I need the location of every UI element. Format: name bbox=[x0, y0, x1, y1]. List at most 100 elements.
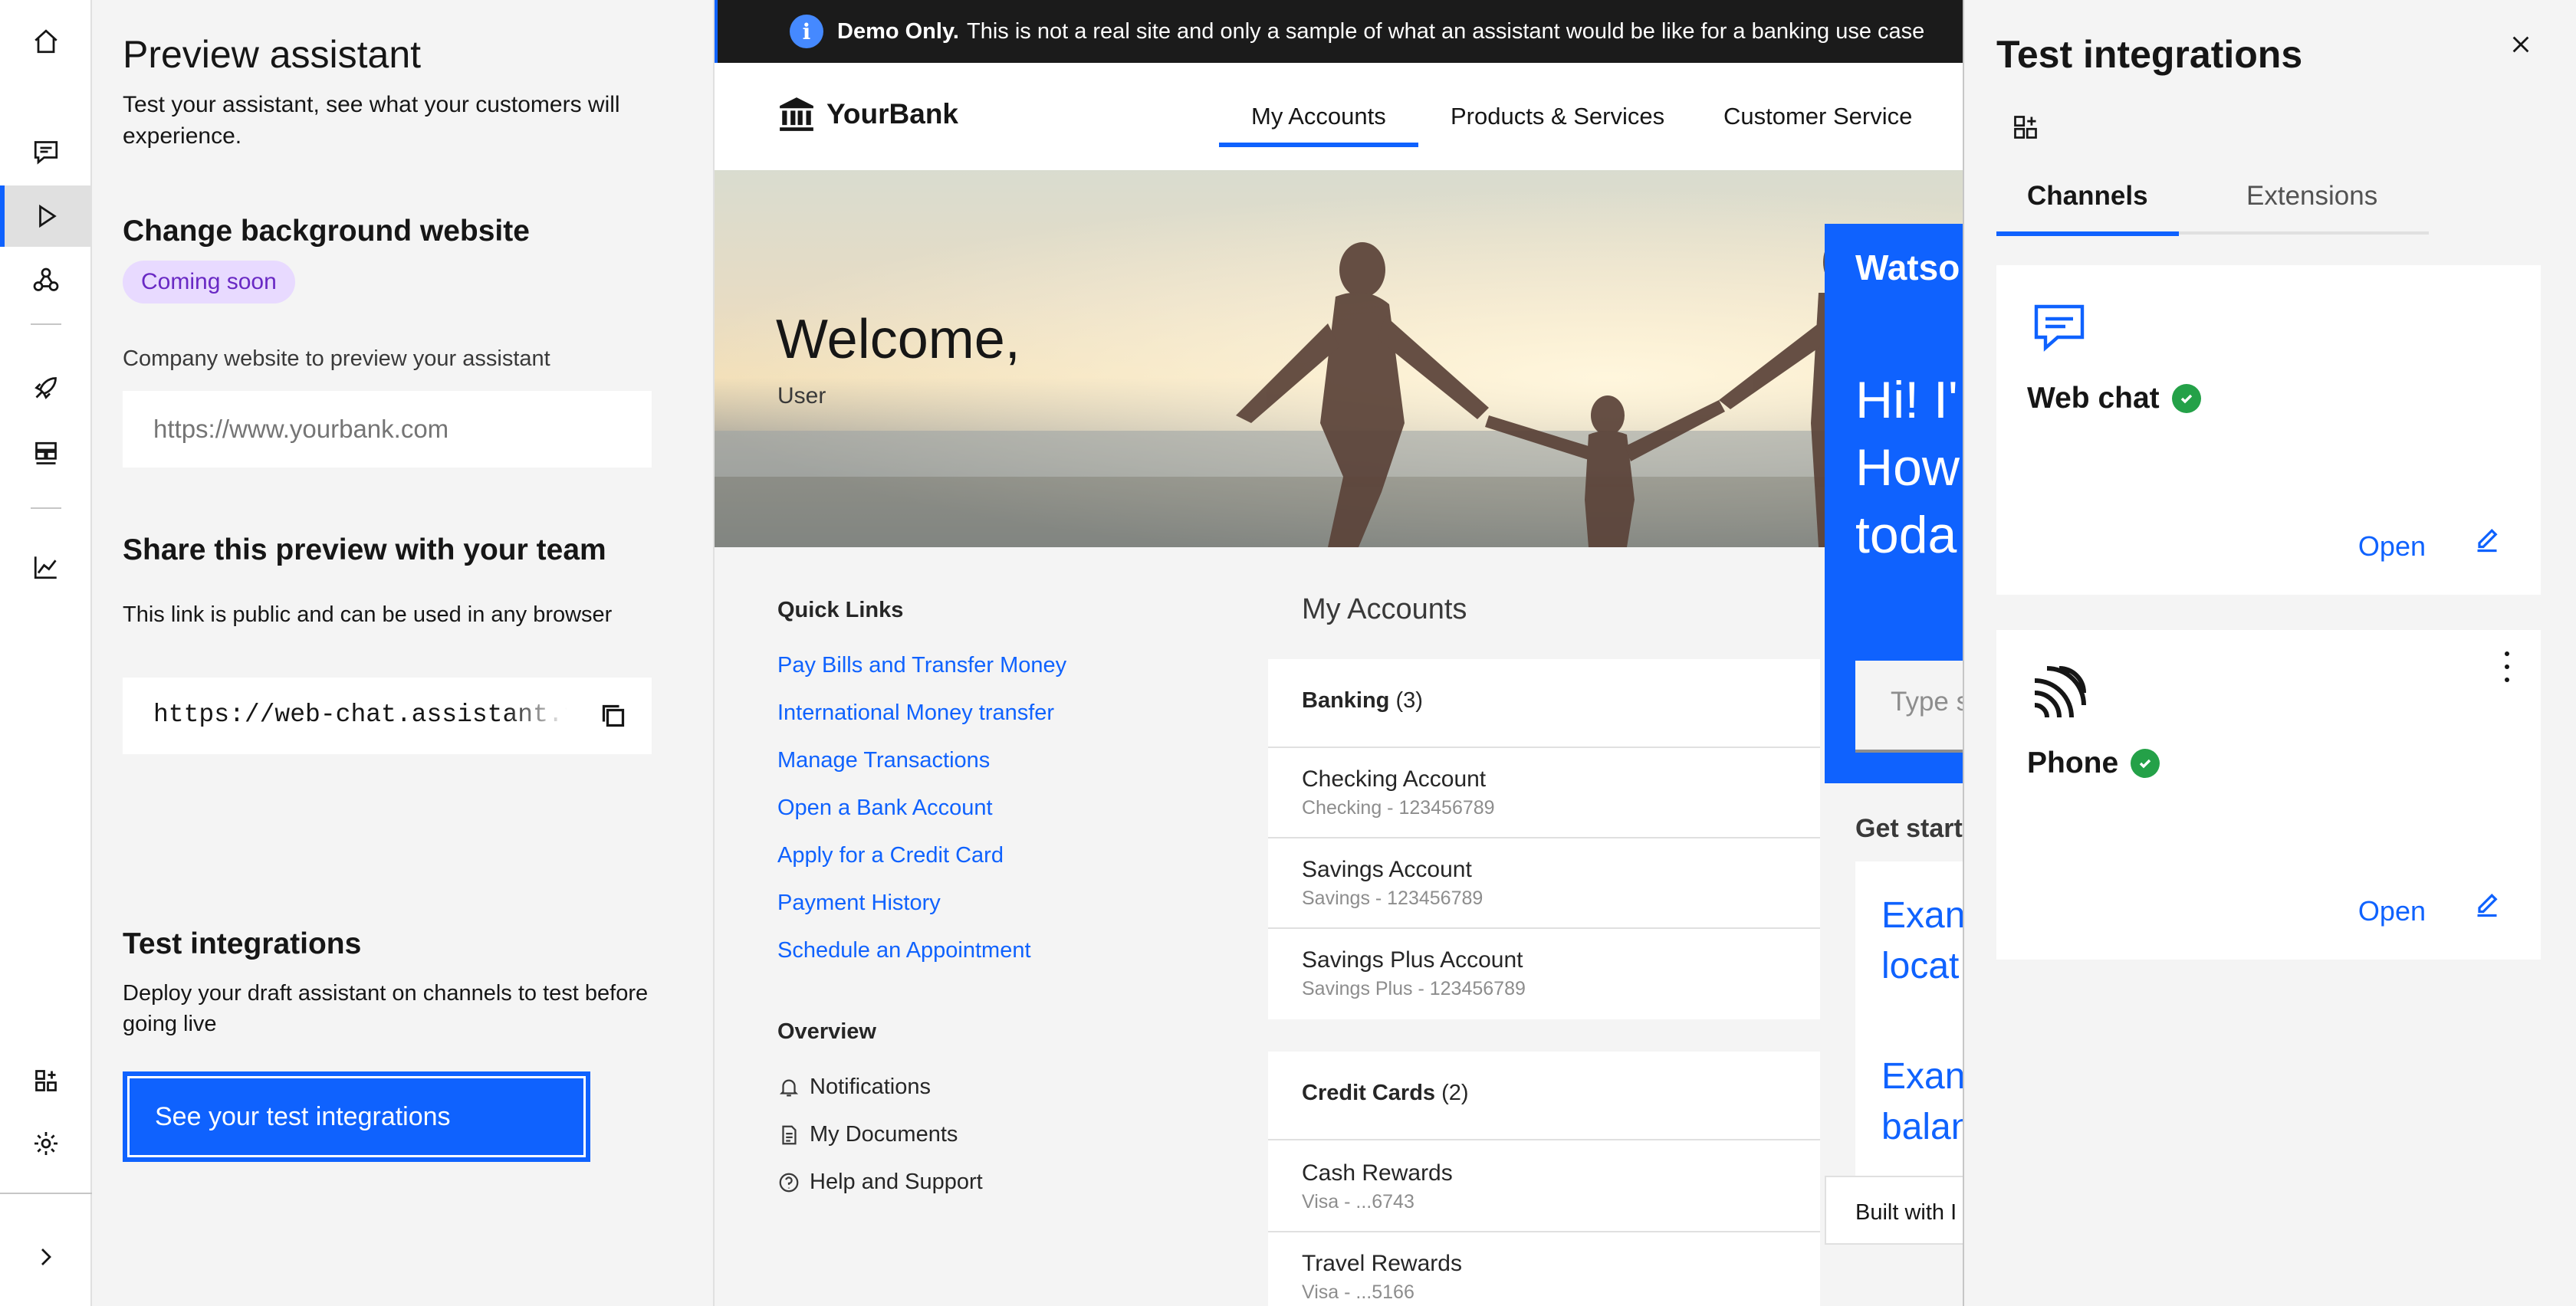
logo-text: YourBank bbox=[826, 98, 959, 130]
account-name: Savings Plus Account bbox=[1302, 947, 1523, 973]
nav-products-services[interactable]: Products & Services bbox=[1451, 103, 1664, 130]
settings-icon[interactable] bbox=[0, 1113, 92, 1174]
channel-tabs: Channels Extensions bbox=[1996, 173, 2429, 236]
account-number: Savings - 123456789 bbox=[1302, 888, 1484, 909]
overview-documents[interactable]: My Documents bbox=[777, 1122, 958, 1147]
info-icon: i bbox=[790, 15, 823, 48]
overview-notifications[interactable]: Notifications bbox=[777, 1075, 931, 1100]
integrations-icon bbox=[2012, 113, 2039, 141]
quick-link[interactable]: Manage Transactions bbox=[777, 748, 990, 773]
banner-bold: Demo Only. bbox=[837, 18, 959, 44]
channel-name: Phone bbox=[2027, 747, 2160, 780]
rail-divider bbox=[31, 507, 61, 509]
nav-my-accounts[interactable]: My Accounts bbox=[1219, 103, 1418, 147]
open-web-chat-link[interactable]: Open bbox=[2358, 530, 2426, 563]
quick-link[interactable]: Pay Bills and Transfer Money bbox=[777, 653, 1066, 678]
accounts-title: My Accounts bbox=[1302, 593, 1467, 625]
phone-signal-icon bbox=[2029, 662, 2090, 724]
account-name: Travel Rewards bbox=[1302, 1251, 1462, 1276]
divider bbox=[1268, 1231, 1820, 1232]
banking-card: Banking (3) Checking Account Checking - … bbox=[1268, 659, 1820, 1019]
get-started-label: Get start bbox=[1855, 814, 1963, 843]
welcome-heading: Welcome, bbox=[776, 309, 1020, 370]
share-link-field[interactable]: https://web-chat.assistant.te bbox=[123, 678, 652, 754]
banner-text: This is not a real site and only a sampl… bbox=[967, 18, 1925, 44]
bank-logo[interactable]: YourBank bbox=[777, 95, 958, 133]
chat-icon[interactable] bbox=[0, 121, 92, 182]
quick-link[interactable]: Open a Bank Account bbox=[777, 796, 993, 821]
analytics-icon[interactable] bbox=[0, 537, 92, 598]
divider bbox=[1268, 837, 1820, 838]
copy-icon[interactable] bbox=[595, 697, 632, 734]
edit-icon[interactable] bbox=[2472, 891, 2505, 924]
account-name: Checking Account bbox=[1302, 766, 1487, 792]
share-description: This link is public and can be used in a… bbox=[123, 602, 613, 627]
tab-extensions[interactable]: Extensions bbox=[2246, 181, 2377, 235]
divider bbox=[1268, 1139, 1820, 1140]
web-chat-channel-card: Web chat Open bbox=[1996, 265, 2541, 595]
coming-soon-badge: Coming soon bbox=[123, 261, 295, 304]
document-icon bbox=[782, 1125, 797, 1144]
page-title: Preview assistant bbox=[123, 33, 422, 76]
account-row[interactable]: Savings Plus Account Savings Plus - 1234… bbox=[1302, 947, 1526, 1000]
left-nav-rail bbox=[0, 0, 92, 1306]
rail-footer-divider bbox=[0, 1193, 92, 1194]
account-number: Checking - 123456789 bbox=[1302, 797, 1495, 819]
rocket-icon[interactable] bbox=[0, 357, 92, 418]
account-row[interactable]: Checking Account Checking - 123456789 bbox=[1302, 766, 1495, 819]
actions-icon[interactable] bbox=[0, 250, 92, 311]
home-icon[interactable] bbox=[0, 11, 92, 72]
welcome-user: User bbox=[777, 383, 826, 409]
quick-link[interactable]: Schedule an Appointment bbox=[777, 938, 1031, 963]
quick-link[interactable]: International Money transfer bbox=[777, 701, 1054, 726]
overflow-menu-icon[interactable] bbox=[2498, 651, 2516, 682]
tab-channels[interactable]: Channels bbox=[1996, 181, 2178, 236]
overview-label: My Documents bbox=[810, 1122, 958, 1147]
account-row[interactable]: Savings Account Savings - 123456789 bbox=[1302, 857, 1483, 910]
rail-divider bbox=[31, 323, 61, 325]
phone-channel-card: Phone Open bbox=[1996, 630, 2541, 960]
overview-label: Help and Support bbox=[810, 1170, 983, 1194]
suggestion-example[interactable]: Exan locat bbox=[1881, 891, 1965, 992]
page-description: Test your assistant, see what your custo… bbox=[123, 92, 620, 149]
chevron-right-icon[interactable] bbox=[0, 1226, 92, 1288]
suggestion-example[interactable]: Exan balan bbox=[1881, 1052, 1971, 1153]
account-row[interactable]: Cash Rewards Visa - ...6743 bbox=[1302, 1160, 1453, 1213]
account-number: Visa - ...6743 bbox=[1302, 1191, 1414, 1212]
account-number: Savings Plus - 123456789 bbox=[1302, 978, 1526, 999]
overview-help[interactable]: Help and Support bbox=[777, 1170, 983, 1195]
account-row[interactable]: Travel Rewards Visa - ...5166 bbox=[1302, 1251, 1462, 1304]
chat-icon bbox=[2029, 297, 2090, 359]
credit-card-card: Credit Cards (2) Cash Rewards Visa - ...… bbox=[1268, 1052, 1820, 1306]
credit-heading: Credit Cards (2) bbox=[1302, 1081, 1469, 1105]
help-icon bbox=[779, 1173, 799, 1192]
close-icon[interactable] bbox=[2504, 28, 2538, 61]
nav-customer-service[interactable]: Customer Service bbox=[1723, 103, 1912, 130]
panel-title: Test integrations bbox=[1996, 33, 2303, 76]
see-test-integrations-button[interactable]: See your test integrations bbox=[123, 1071, 590, 1162]
chat-greeting: Hi! I' How toda bbox=[1855, 371, 1960, 564]
share-link-text: https://web-chat.assistant.te bbox=[153, 701, 567, 729]
edit-icon[interactable] bbox=[2472, 526, 2505, 559]
integrations-description: Deploy your draft assistant on channels … bbox=[123, 981, 649, 1036]
preview-panel: Preview assistant Test your assistant, s… bbox=[92, 0, 715, 1306]
integrations-icon[interactable] bbox=[0, 1050, 92, 1111]
open-phone-link[interactable]: Open bbox=[2358, 895, 2426, 927]
quick-link[interactable]: Payment History bbox=[777, 891, 941, 916]
website-input[interactable] bbox=[123, 391, 652, 468]
account-name: Cash Rewards bbox=[1302, 1160, 1453, 1186]
quick-link[interactable]: Apply for a Credit Card bbox=[777, 843, 1004, 868]
environments-icon[interactable] bbox=[0, 423, 92, 484]
background-heading: Change background website bbox=[123, 215, 530, 248]
channel-name: Web chat bbox=[2027, 382, 2201, 415]
bell-icon bbox=[779, 1079, 799, 1096]
overview-label: Notifications bbox=[810, 1075, 931, 1099]
account-number: Visa - ...5166 bbox=[1302, 1281, 1414, 1303]
banking-heading: Banking (3) bbox=[1302, 688, 1423, 713]
checkmark-icon bbox=[2171, 384, 2201, 413]
play-icon[interactable] bbox=[0, 185, 92, 247]
website-label: Company website to preview your assistan… bbox=[123, 346, 550, 371]
chat-title: Watso bbox=[1855, 248, 1960, 287]
share-heading: Share this preview with your team bbox=[123, 533, 606, 566]
overview-title: Overview bbox=[777, 1019, 876, 1044]
